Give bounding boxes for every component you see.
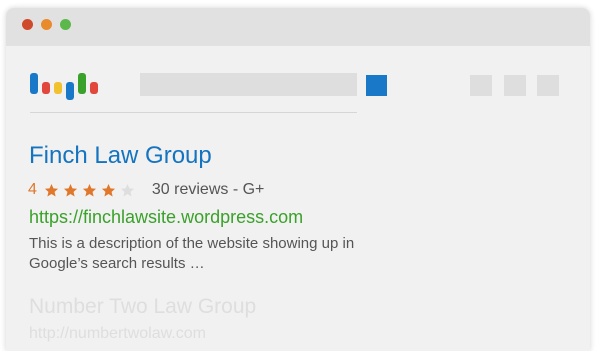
result-url-link[interactable]: https://finchlawsite.wordpress.com bbox=[29, 205, 303, 229]
search-input[interactable] bbox=[140, 73, 357, 96]
star-filled-icon bbox=[82, 183, 96, 196]
star-filled-icon bbox=[101, 183, 115, 196]
minimize-window-button[interactable] bbox=[41, 19, 52, 30]
result-2-url-link[interactable]: http://numbertwolaw.com bbox=[29, 323, 206, 345]
maximize-window-button[interactable] bbox=[60, 19, 71, 30]
star-empty-icon bbox=[120, 183, 134, 196]
star-filled-icon bbox=[63, 183, 77, 196]
close-window-button[interactable] bbox=[22, 19, 33, 30]
toolbar-placeholder-2[interactable] bbox=[504, 75, 526, 96]
result-2-title-link[interactable]: Number Two Law Group bbox=[29, 294, 256, 320]
window-titlebar bbox=[6, 8, 590, 46]
rating-row: 4 30 reviews - G+ bbox=[28, 179, 264, 201]
search-button[interactable] bbox=[366, 75, 387, 96]
rating-number: 4 bbox=[28, 181, 37, 198]
header-divider bbox=[30, 112, 357, 113]
reviews-count[interactable]: 30 reviews - G+ bbox=[152, 181, 264, 199]
star-rating bbox=[44, 183, 139, 198]
result-title-link[interactable]: Finch Law Group bbox=[29, 141, 212, 171]
result-description: This is a description of the website sho… bbox=[29, 235, 355, 272]
toolbar-placeholder-1[interactable] bbox=[470, 75, 492, 96]
toolbar-placeholder-3[interactable] bbox=[537, 75, 559, 96]
star-filled-icon bbox=[44, 183, 58, 196]
browser-window: Finch Law Group 4 30 reviews - G+ https:… bbox=[6, 8, 590, 351]
